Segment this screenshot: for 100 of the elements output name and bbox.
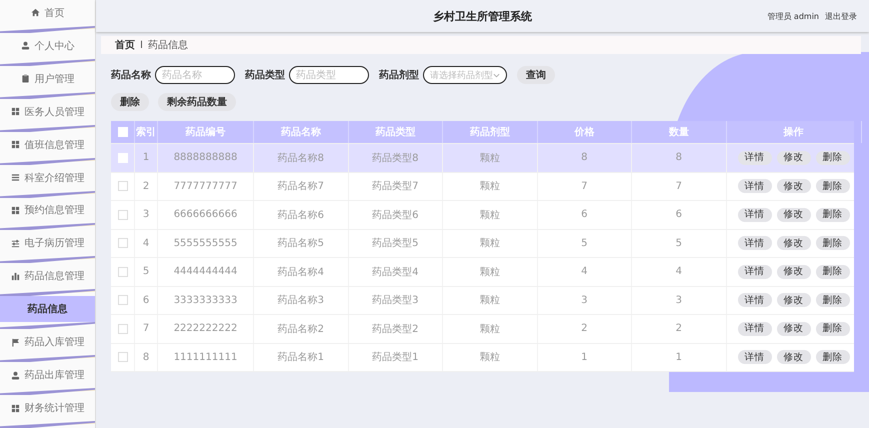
table-cell: 药品类型1 bbox=[348, 344, 443, 371]
row-action-button[interactable]: 修改 bbox=[776, 179, 810, 194]
table-row[interactable]: 6 3333333333 药品名称3 药品类型3 颗粒 3 3 详情 修改 删除 bbox=[111, 286, 854, 315]
row-action-button[interactable]: 修改 bbox=[776, 293, 810, 308]
table-cell: 7 bbox=[135, 315, 158, 342]
table-cell: 7 bbox=[538, 172, 632, 200]
action-button[interactable]: 剩余药品数量 bbox=[158, 93, 236, 111]
row-action-button[interactable]: 详情 bbox=[738, 350, 772, 364]
table-cell: 1 bbox=[538, 344, 632, 371]
logout-link[interactable]: 退出登录 bbox=[825, 10, 857, 22]
column-header: 价格 bbox=[538, 121, 632, 143]
table-cell: 2 bbox=[538, 315, 632, 342]
sidebar-subitem[interactable]: 药品信息 bbox=[0, 296, 95, 322]
row-action-button[interactable]: 删除 bbox=[816, 150, 850, 165]
chart-icon bbox=[10, 272, 20, 281]
column-header: 药品名称 bbox=[254, 121, 348, 143]
table-cell: 药品名称3 bbox=[254, 286, 348, 314]
table-cell: 1 bbox=[632, 344, 726, 371]
table-cell: 药品名称2 bbox=[254, 315, 348, 342]
search-button[interactable]: 查询 bbox=[517, 66, 555, 84]
row-action-button[interactable]: 删除 bbox=[816, 208, 850, 222]
row-action-button[interactable]: 删除 bbox=[816, 264, 850, 279]
table-cell: 药品类型2 bbox=[348, 315, 443, 342]
table-cell: 5 bbox=[538, 230, 632, 257]
checkbox[interactable] bbox=[118, 210, 128, 220]
flag-icon bbox=[10, 338, 20, 347]
table-cell: 1111111111 bbox=[158, 344, 254, 371]
table-row[interactable]: 4 5555555555 药品名称5 药品类型5 颗粒 5 5 详情 修改 删除 bbox=[111, 230, 854, 258]
checkbox[interactable] bbox=[118, 266, 128, 277]
table-cell: 颗粒 bbox=[443, 344, 538, 371]
column-header: 数量 bbox=[632, 121, 726, 143]
table-cell: 8 bbox=[538, 144, 632, 172]
user-label: 管理员 admin bbox=[767, 10, 819, 22]
checkbox[interactable] bbox=[118, 181, 128, 192]
table-cell: 药品类型7 bbox=[348, 172, 443, 200]
table-cell: 药品名称1 bbox=[254, 344, 348, 371]
table-row[interactable]: 5 4444444444 药品名称4 药品类型4 颗粒 4 4 详情 修改 删除 bbox=[111, 258, 854, 286]
home-icon bbox=[30, 8, 40, 18]
column-header: 药品类型 bbox=[348, 121, 443, 143]
row-action-button[interactable]: 删除 bbox=[816, 179, 850, 194]
breadcrumb-link[interactable]: 药品信息 bbox=[148, 38, 188, 52]
row-action-button[interactable]: 修改 bbox=[776, 236, 810, 250]
row-action-button[interactable]: 删除 bbox=[816, 350, 850, 364]
row-action-button[interactable]: 详情 bbox=[738, 264, 772, 279]
table-cell: 2 bbox=[135, 172, 158, 200]
app-title: 乡村卫生所管理系统 bbox=[433, 8, 532, 24]
checkbox[interactable] bbox=[118, 238, 128, 248]
row-action-button[interactable]: 删除 bbox=[816, 236, 850, 250]
table-cell: 颗粒 bbox=[443, 258, 538, 286]
table-row[interactable]: 3 6666666666 药品名称6 药品类型6 颗粒 6 6 详情 修改 删除 bbox=[111, 201, 854, 230]
breadcrumb-link[interactable]: 首页 bbox=[115, 38, 135, 52]
row-action-button[interactable]: 详情 bbox=[738, 236, 772, 250]
table-cell: 颗粒 bbox=[443, 315, 538, 342]
field-label: 药品类型 bbox=[245, 68, 285, 82]
row-action-button[interactable]: 修改 bbox=[776, 350, 810, 364]
action-button[interactable]: 删除 bbox=[111, 93, 149, 111]
field-label: 药品名称 bbox=[111, 68, 151, 82]
table-cell: 药品名称8 bbox=[254, 144, 348, 172]
table-row[interactable]: 8 1111111111 药品名称1 药品类型1 颗粒 1 1 详情 修改 删除 bbox=[111, 344, 854, 372]
table-row[interactable]: 1 8888888888 药品名称8 药品类型8 颗粒 8 8 详情 修改 删除 bbox=[111, 144, 854, 172]
row-action-button[interactable]: 删除 bbox=[816, 322, 850, 336]
table-cell: 3 bbox=[632, 286, 726, 314]
table-cell: 药品名称5 bbox=[254, 230, 348, 257]
sliders-icon bbox=[10, 238, 20, 248]
table-cell: 颗粒 bbox=[443, 201, 538, 228]
grid-icon bbox=[10, 206, 20, 215]
row-action-button[interactable]: 详情 bbox=[738, 322, 772, 336]
clipboard-icon bbox=[20, 74, 30, 84]
row-action-button[interactable]: 详情 bbox=[738, 208, 772, 222]
checkbox[interactable] bbox=[118, 352, 128, 362]
table-cell: 药品类型4 bbox=[348, 258, 443, 286]
row-action-button[interactable]: 修改 bbox=[776, 150, 810, 165]
table-cell: 5 bbox=[632, 230, 726, 257]
search-field[interactable]: 药品类型 bbox=[289, 66, 369, 84]
column-header: 药品剂型 bbox=[443, 121, 538, 143]
table-row[interactable]: 2 7777777777 药品名称7 药品类型7 颗粒 7 7 详情 修改 删除 bbox=[111, 172, 854, 201]
table-cell: 8 bbox=[632, 144, 726, 172]
row-action-button[interactable]: 修改 bbox=[776, 264, 810, 279]
row-action-button[interactable]: 详情 bbox=[738, 293, 772, 308]
chevron-down-icon bbox=[493, 72, 500, 78]
table-cell: 6 bbox=[632, 201, 726, 228]
table-cell: 3 bbox=[538, 286, 632, 314]
table-cell: 6666666666 bbox=[158, 201, 254, 228]
row-action-button[interactable]: 删除 bbox=[816, 293, 850, 308]
table-cell: 药品名称4 bbox=[254, 258, 348, 286]
table-row[interactable]: 7 2222222222 药品名称2 药品类型2 颗粒 2 2 详情 修改 删除 bbox=[111, 315, 854, 344]
grid-icon bbox=[10, 404, 20, 413]
checkbox[interactable] bbox=[118, 324, 128, 334]
search-field[interactable]: 药品名称 bbox=[155, 66, 235, 84]
table-cell: 颗粒 bbox=[443, 286, 538, 314]
table-cell: 4 bbox=[135, 230, 158, 257]
table-cell: 药品名称7 bbox=[254, 172, 348, 200]
table-cell: 颗粒 bbox=[443, 230, 538, 257]
row-action-button[interactable]: 修改 bbox=[776, 322, 810, 336]
row-action-button[interactable]: 修改 bbox=[776, 208, 810, 222]
checkbox[interactable] bbox=[118, 295, 128, 306]
row-action-button[interactable]: 详情 bbox=[738, 150, 772, 165]
row-action-button[interactable]: 详情 bbox=[738, 179, 772, 194]
table-cell: 颗粒 bbox=[443, 172, 538, 200]
table-cell: 颗粒 bbox=[443, 144, 538, 172]
